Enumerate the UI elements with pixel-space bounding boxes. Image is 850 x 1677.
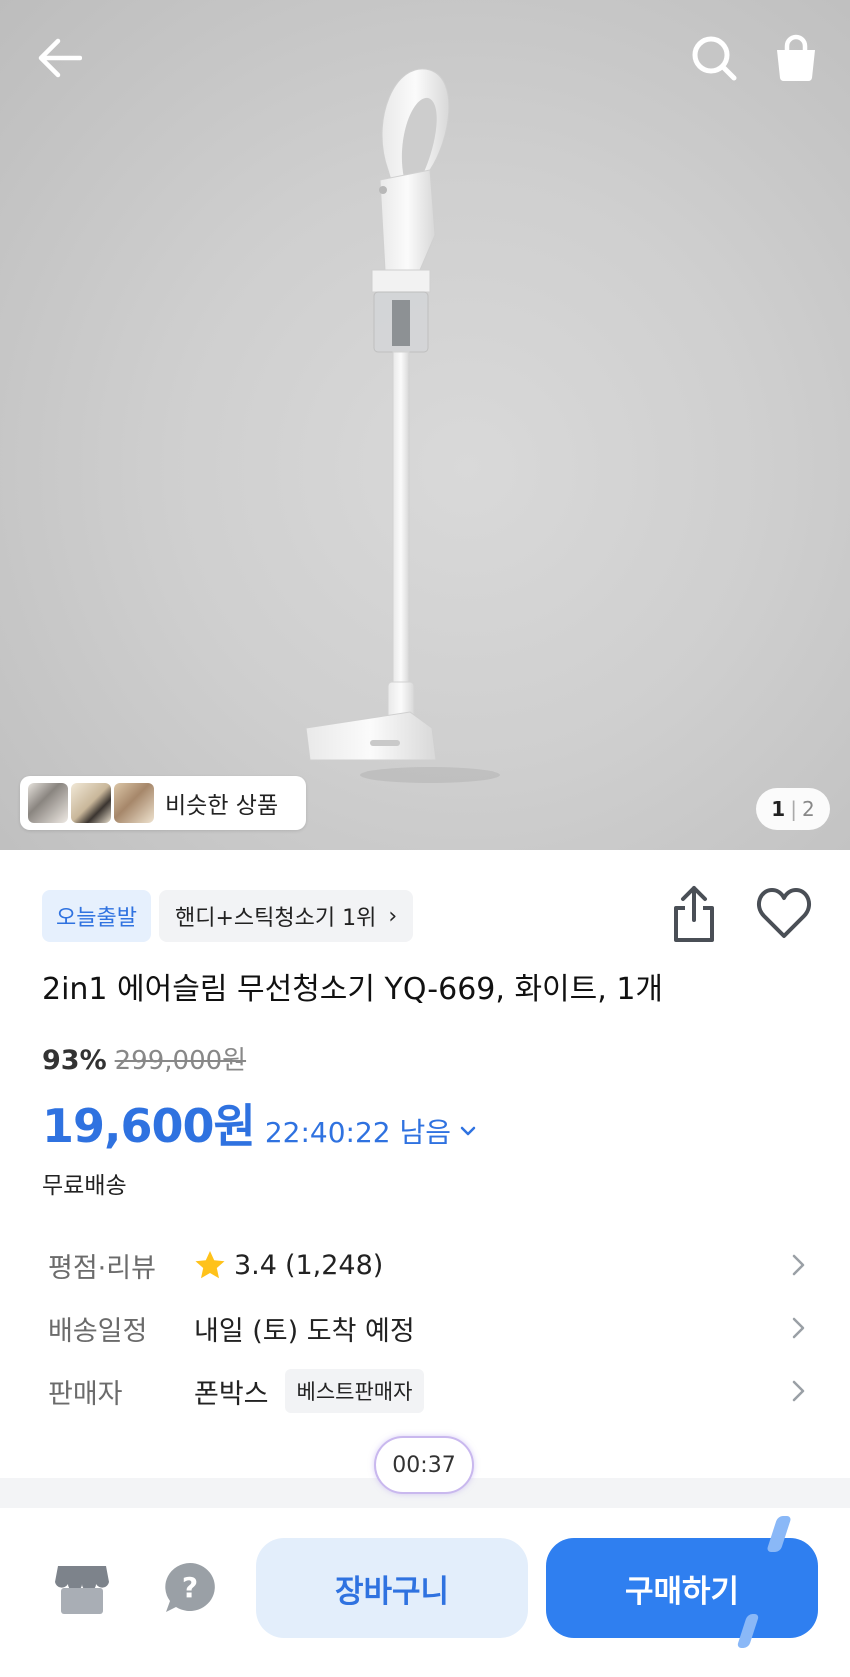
arrow-left-icon[interactable] (30, 28, 90, 88)
delivery-schedule-value: 내일 (토) 도착 예정 (194, 1315, 415, 1347)
price-row: 19,600원 22:40:22 남음 (42, 1090, 477, 1156)
original-price: 299,000원 (114, 1046, 247, 1076)
seller-name: 폰박스 (194, 1378, 269, 1410)
page-separator: | (790, 797, 797, 821)
delivery-schedule-label: 배송일정 (48, 1315, 148, 1347)
category-rank-badge[interactable]: 핸디+스틱청소기 1위 › (158, 890, 414, 942)
rating-review-row[interactable]: 평점·리뷰 3.4 (1,248) (48, 1240, 810, 1290)
today-shipping-badge: 오늘출발 (42, 890, 151, 942)
seller-label: 판매자 (48, 1378, 123, 1410)
buy-now-button[interactable]: 구매하기 (546, 1516, 818, 1648)
chevron-right-icon (792, 1380, 805, 1402)
rating-score: 3.4 (234, 1249, 277, 1281)
chevron-right-icon (792, 1254, 805, 1276)
free-shipping-label: 무료배송 (42, 1173, 127, 1199)
seller-value: 폰박스 베스트판매자 (194, 1369, 425, 1413)
chevron-right-icon: › (388, 903, 398, 929)
add-to-cart-button[interactable]: 장바구니 (256, 1538, 528, 1638)
delivery-schedule-row[interactable]: 배송일정 내일 (토) 도착 예정 (48, 1303, 810, 1353)
buy-now-label: 구매하기 (624, 1573, 740, 1610)
review-count: (1,248) (284, 1249, 384, 1281)
share-icon[interactable] (668, 884, 720, 944)
deal-timer[interactable]: 22:40:22 남음 (265, 1111, 477, 1151)
chevron-down-icon (460, 1126, 476, 1136)
svg-text:?: ? (182, 1571, 198, 1604)
sparkle-decoration (766, 1516, 792, 1552)
similar-thumbnail (71, 783, 111, 823)
deal-timer-text: 22:40:22 남음 (264, 1116, 452, 1149)
bottom-action-bar: ? 장바구니 구매하기 (0, 1508, 850, 1677)
rating-review-value: 3.4 (1,248) (194, 1250, 383, 1281)
seller-row[interactable]: 판매자 폰박스 베스트판매자 (48, 1366, 810, 1416)
discount-row: 93% 299,000원 (42, 1040, 246, 1077)
category-rank-label: 핸디+스틱청소기 1위 (174, 906, 377, 931)
image-page-indicator: 1 | 2 (756, 788, 830, 830)
page-current: 1 (771, 797, 786, 821)
shopping-bag-icon[interactable] (766, 28, 826, 88)
page-total: 2 (801, 797, 815, 821)
heart-icon[interactable] (756, 886, 812, 940)
discount-rate: 93% (42, 1045, 107, 1076)
chevron-right-icon (792, 1317, 805, 1339)
product-photo-vacuum (305, 68, 500, 783)
badge-row: 오늘출발 핸디+스틱청소기 1위 › (42, 890, 414, 942)
product-title: 2in1 에어슬림 무선청소기 YQ-669, 화이트, 1개 (42, 972, 664, 1007)
rating-review-label: 평점·리뷰 (48, 1252, 156, 1284)
product-image-gallery[interactable]: 비슷한 상품 1 | 2 (0, 0, 850, 850)
search-icon[interactable] (684, 28, 744, 88)
similar-thumbnail (28, 783, 68, 823)
video-timer-pill[interactable]: 00:37 (374, 1436, 474, 1494)
similar-products-label: 비슷한 상품 (165, 793, 279, 819)
similar-thumbnail (114, 783, 154, 823)
sparkle-decoration (736, 1614, 760, 1648)
store-icon[interactable] (54, 1562, 110, 1616)
best-seller-badge: 베스트판매자 (284, 1369, 425, 1413)
star-icon (195, 1251, 225, 1279)
sale-price: 19,600원 (42, 1099, 256, 1153)
help-icon[interactable]: ? (162, 1560, 218, 1616)
similar-products-chip[interactable]: 비슷한 상품 (20, 776, 306, 830)
